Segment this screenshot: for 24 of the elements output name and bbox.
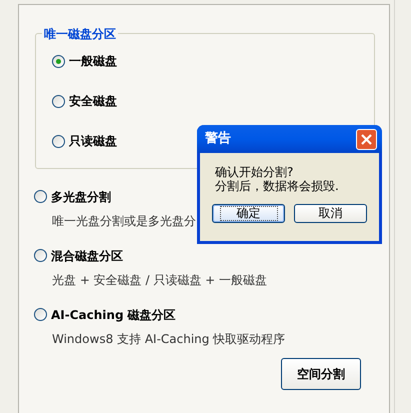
option-description: 唯一光盘分割或是多光盘分 xyxy=(52,213,196,230)
radio-button[interactable] xyxy=(34,190,47,203)
option-description: 光盘 + 安全磁盘 / 只读磁盘 + 一般磁盘 xyxy=(52,272,268,289)
dialog-button[interactable]: 确定 xyxy=(212,204,285,223)
radio-button[interactable] xyxy=(52,54,65,68)
dialog-title: 警告 xyxy=(205,130,231,148)
dialog-message: 确认开始分割? xyxy=(215,165,294,179)
radio-label: 安全磁盘 xyxy=(69,93,117,110)
radio-label: 一般磁盘 xyxy=(69,53,117,70)
dialog-message: 分割后，数据将会损毁. xyxy=(215,179,340,193)
close-icon xyxy=(361,134,372,144)
radio-label: AI-Caching 磁盘分区 xyxy=(51,306,176,324)
radio-button[interactable] xyxy=(52,94,65,108)
option-description: Windows8 支持 AI-Caching 快取驱动程序 xyxy=(52,331,286,348)
radio-label: 多光盘分割 xyxy=(51,188,111,206)
dialog-button[interactable]: 取消 xyxy=(294,204,367,223)
close-button[interactable] xyxy=(356,128,377,150)
radio-button[interactable] xyxy=(34,308,47,321)
radio-label: 混合磁盘分区 xyxy=(51,248,123,264)
radio-label: 只读磁盘 xyxy=(69,133,117,150)
radio-button[interactable] xyxy=(34,249,47,262)
radio-button[interactable] xyxy=(52,134,65,148)
group-title: 唯一磁盘分区 xyxy=(42,25,118,43)
partition-button[interactable]: 空间分割 xyxy=(281,358,361,390)
